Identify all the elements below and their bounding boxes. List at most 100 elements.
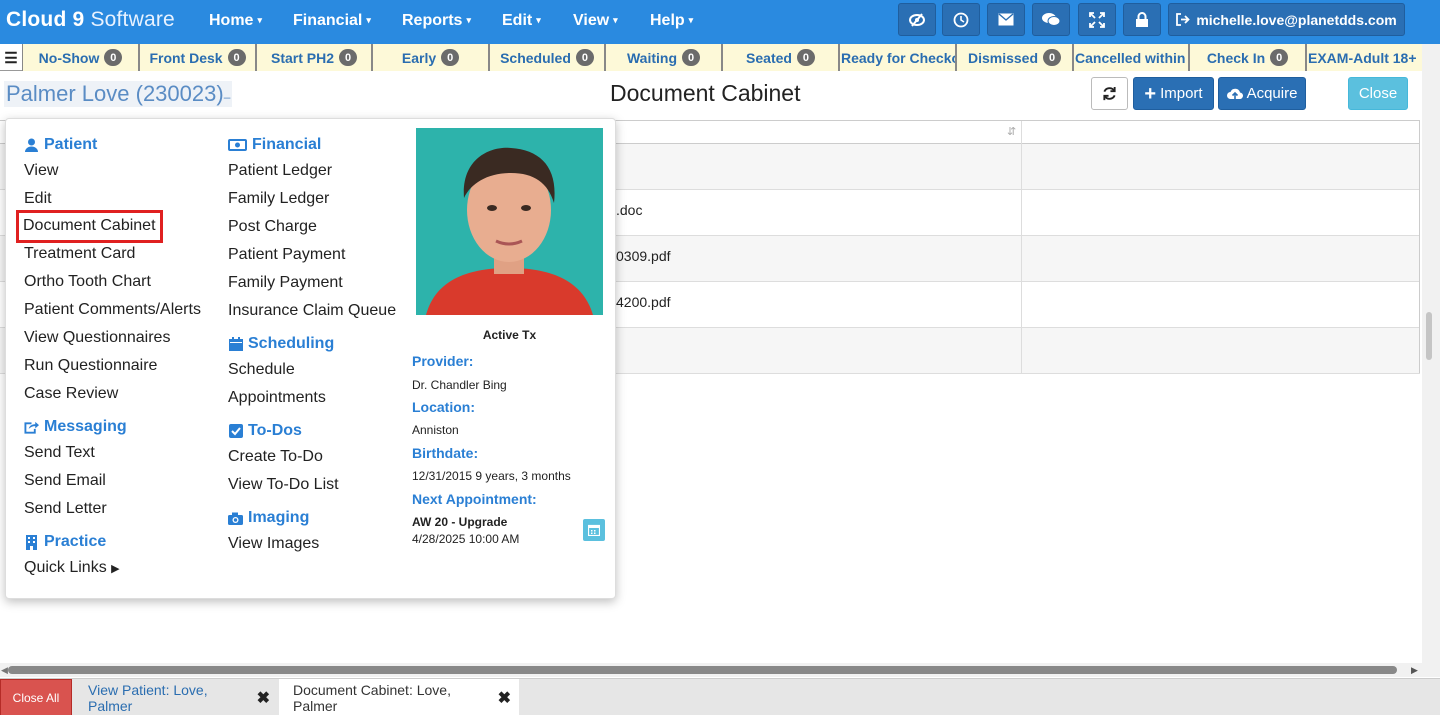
mail-button[interactable] xyxy=(987,3,1025,36)
status-count-badge: 0 xyxy=(796,49,815,66)
import-button[interactable]: + Import xyxy=(1133,77,1214,110)
nav-edit[interactable]: Edit ▾ xyxy=(502,12,541,30)
tab-view-patient[interactable]: View Patient: Love, Palmer ✖ xyxy=(74,679,278,715)
menu-post-charge[interactable]: Post Charge xyxy=(228,213,396,241)
status-early[interactable]: Early 0 xyxy=(372,44,489,71)
clock-button[interactable] xyxy=(942,3,980,36)
chat-button[interactable] xyxy=(1032,3,1070,36)
close-button[interactable]: Close xyxy=(1348,77,1408,110)
lock-button[interactable] xyxy=(1123,3,1161,36)
scroll-left-icon[interactable]: ◀ xyxy=(1,665,8,676)
user-email: michelle.love@planetdds.com xyxy=(1196,11,1397,28)
status-ready-for-checkout[interactable]: Ready for Checkout xyxy=(839,44,956,71)
status-count-badge: 0 xyxy=(682,49,701,66)
status-scheduled[interactable]: Scheduled 0 xyxy=(489,44,605,71)
menu-treatment-card[interactable]: Treatment Card xyxy=(24,240,201,268)
menu-case-review[interactable]: Case Review xyxy=(24,380,201,408)
status-count-badge: 0 xyxy=(575,49,594,66)
scroll-right-icon[interactable]: ▶ xyxy=(1411,665,1418,676)
status-waiting[interactable]: Waiting 0 xyxy=(605,44,722,71)
plus-icon: + xyxy=(1144,82,1157,105)
refresh-button[interactable] xyxy=(1091,77,1128,110)
comments-icon xyxy=(1042,13,1060,26)
menu-send-email[interactable]: Send Email xyxy=(24,467,201,495)
menu-view-questionnaires[interactable]: View Questionnaires xyxy=(24,324,201,352)
fullscreen-button[interactable] xyxy=(1078,3,1116,36)
section-messaging: Messaging xyxy=(24,415,201,439)
menu-edit[interactable]: Edit xyxy=(24,185,201,213)
menu-run-questionnaire[interactable]: Run Questionnaire xyxy=(24,352,201,380)
status-front-desk[interactable]: Front Desk 0 xyxy=(139,44,256,71)
app-logo[interactable]: Cloud 9 Software xyxy=(6,8,175,32)
refresh-icon xyxy=(1103,86,1116,101)
share-square-icon xyxy=(24,420,39,435)
menu-quick-links[interactable]: Quick Links ▶ xyxy=(24,554,201,582)
expand-icon xyxy=(1089,11,1105,28)
patient-portrait-image xyxy=(416,128,603,315)
vertical-scrollbar[interactable] xyxy=(1422,44,1440,677)
section-financial: Financial xyxy=(228,133,396,157)
menu-patient-comments[interactable]: Patient Comments/Alerts xyxy=(24,296,201,324)
acquire-button[interactable]: Acquire xyxy=(1218,77,1306,110)
provider-value: Dr. Chandler Bing xyxy=(412,378,507,392)
menu-appointments[interactable]: Appointments xyxy=(228,384,396,412)
next-appointment-type: AW 20 - Upgrade xyxy=(412,515,508,529)
close-tab-icon[interactable]: ✖ xyxy=(498,688,511,708)
table-border xyxy=(1419,120,1420,373)
horizontal-scrollbar[interactable]: ◀ ▶ xyxy=(0,663,1422,677)
nav-financial[interactable]: Financial ▾ xyxy=(293,12,371,30)
page-title: Document Cabinet xyxy=(610,80,801,106)
menu-document-cabinet[interactable]: Document Cabinet xyxy=(16,210,163,243)
status-no-show[interactable]: No-Show 0 xyxy=(22,44,139,71)
user-logout-button[interactable]: michelle.love@planetdds.com xyxy=(1168,3,1405,36)
birthdate-label: Birthdate: xyxy=(412,445,479,461)
status-count-badge: 0 xyxy=(441,49,460,66)
patient-name-menu[interactable]: Palmer Love (230023)– xyxy=(4,81,233,107)
status-check-in[interactable]: Check In 0 xyxy=(1189,44,1306,71)
patient-menu-popup: Patient View Edit Document Cabinet Treat… xyxy=(5,118,616,599)
status-count-badge: 0 xyxy=(1270,49,1289,66)
menu-send-text[interactable]: Send Text xyxy=(24,439,201,467)
hamburger-menu-icon[interactable]: ☰ xyxy=(0,44,22,71)
nav-view[interactable]: View ▾ xyxy=(573,12,618,30)
appointment-calendar-button[interactable] xyxy=(583,519,605,541)
menu-patient-ledger[interactable]: Patient Ledger xyxy=(228,157,396,185)
menu-patient-payment[interactable]: Patient Payment xyxy=(228,241,396,269)
nav-help[interactable]: Help ▾ xyxy=(650,12,693,30)
status-seated[interactable]: Seated 0 xyxy=(722,44,839,71)
check-square-icon xyxy=(228,424,243,439)
scrollbar-thumb[interactable] xyxy=(1426,312,1432,360)
scrollbar-thumb[interactable] xyxy=(8,666,1397,674)
status-start-ph2[interactable]: Start PH2 0 xyxy=(256,44,372,71)
bottom-tab-bar: Close All View Patient: Love, Palmer ✖ D… xyxy=(0,678,1440,715)
privacy-eye-button[interactable] xyxy=(898,3,936,36)
menu-view[interactable]: View xyxy=(24,157,201,185)
treatment-status: Active Tx xyxy=(482,328,537,342)
status-count-badge: 0 xyxy=(227,49,246,66)
status-exam-adult[interactable]: EXAM-Adult 18+0 xyxy=(1306,44,1423,71)
menu-schedule[interactable]: Schedule xyxy=(228,356,396,384)
tab-document-cabinet[interactable]: Document Cabinet: Love, Palmer ✖ xyxy=(279,679,519,715)
menu-send-letter[interactable]: Send Letter xyxy=(24,495,201,523)
caret-down-icon: ▾ xyxy=(688,15,694,26)
menu-ortho-tooth-chart[interactable]: Ortho Tooth Chart xyxy=(24,268,201,296)
menu-insurance-claim-queue[interactable]: Insurance Claim Queue xyxy=(228,297,396,325)
menu-family-payment[interactable]: Family Payment xyxy=(228,269,396,297)
menu-create-todo[interactable]: Create To-Do xyxy=(228,443,396,471)
menu-view-images[interactable]: View Images xyxy=(228,530,396,558)
calendar-icon xyxy=(228,337,243,352)
section-scheduling: Scheduling xyxy=(228,332,396,356)
nav-reports[interactable]: Reports ▾ xyxy=(402,12,471,30)
section-patient: Patient xyxy=(24,133,201,157)
close-tab-icon[interactable]: ✖ xyxy=(257,688,270,708)
close-all-tabs-button[interactable]: Close All xyxy=(0,679,72,715)
menu-view-todo-list[interactable]: View To-Do List xyxy=(228,471,396,499)
status-cancelled-within[interactable]: Cancelled within 24 xyxy=(1073,44,1189,71)
nav-home[interactable]: Home ▾ xyxy=(209,12,262,30)
sort-icon[interactable]: ⇵ xyxy=(1007,125,1016,138)
section-todos: To-Dos xyxy=(228,419,396,443)
status-count-badge: 0 xyxy=(339,49,358,66)
status-dismissed[interactable]: Dismissed 0 xyxy=(956,44,1073,71)
status-filter-bar: ☰ No-Show 0 Front Desk 0 Start PH2 0 Early 0… xyxy=(0,44,1440,71)
menu-family-ledger[interactable]: Family Ledger xyxy=(228,185,396,213)
